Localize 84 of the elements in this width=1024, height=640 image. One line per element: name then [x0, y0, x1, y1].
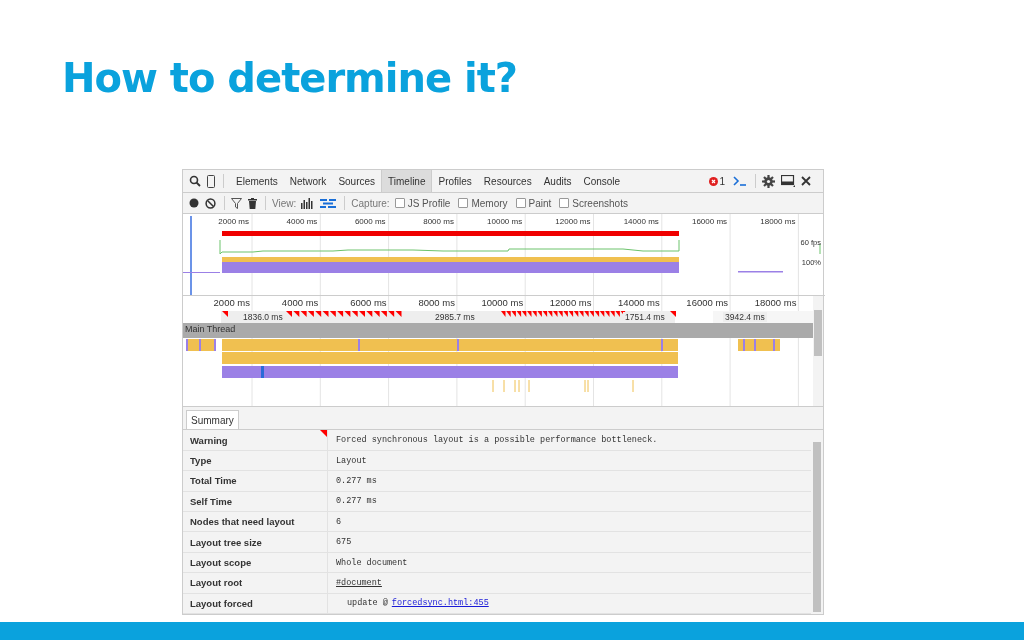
error-count[interactable]: 1: [709, 175, 725, 187]
search-icon[interactable]: [189, 175, 201, 188]
checkbox[interactable]: [515, 198, 526, 209]
frame-duration: 1836.0 ms: [241, 312, 285, 323]
frame-duration: 2985.7 ms: [433, 312, 477, 323]
trash-icon[interactable]: [248, 197, 257, 209]
property-value: Forced synchronous layout is a possible performance bottleneck.: [336, 435, 658, 446]
property-label: Total Time: [190, 475, 237, 487]
error-icon: [709, 176, 719, 186]
waterfall-icon[interactable]: [320, 198, 337, 208]
view-label: View:: [272, 197, 297, 209]
capture-checkbox[interactable]: Memory: [458, 197, 508, 209]
panel-tab[interactable]: Console: [577, 170, 627, 193]
property-label: Warning: [190, 434, 228, 446]
time-tick-label: 14000 ms: [617, 297, 660, 309]
time-tick-label: 12000 ms: [554, 217, 591, 227]
panel-tab[interactable]: Profiles: [432, 170, 478, 193]
panel-tab[interactable]: Resources: [477, 170, 538, 193]
time-tick-label: 6000 ms: [349, 297, 387, 309]
fps-line: [819, 244, 821, 255]
track-header-bar[interactable]: [183, 323, 815, 339]
source-link[interactable]: forcedsync.html:455: [391, 598, 489, 609]
time-tick-label: 12000 ms: [548, 297, 592, 309]
panel-tab[interactable]: Audits: [537, 170, 578, 193]
property-label: Layout root: [190, 577, 243, 589]
property-label: Layout forced: [190, 597, 253, 609]
time-tick-label: 8000 ms: [422, 217, 454, 227]
time-tick-label: 6000 ms: [353, 217, 386, 227]
frame-duration: 3942.4 ms: [723, 312, 767, 323]
time-marker[interactable]: [190, 215, 192, 297]
property-label: Self Time: [190, 495, 233, 507]
property-value: Whole document: [336, 557, 408, 568]
property-value: Layout: [336, 455, 367, 466]
time-tick-label: 8000 ms: [417, 297, 455, 309]
property-value: 675: [336, 537, 352, 548]
capture-checkbox[interactable]: Paint: [515, 197, 552, 209]
scrollbar[interactable]: [813, 296, 823, 407]
node-link[interactable]: #document: [336, 577, 382, 588]
checkbox[interactable]: [458, 198, 469, 209]
event-bar[interactable]: [222, 366, 678, 379]
clear-icon[interactable]: [205, 197, 216, 209]
warning-marker-icon: [222, 311, 228, 318]
close-icon[interactable]: [801, 176, 811, 187]
panel-tab[interactable]: Network: [283, 170, 333, 193]
time-tick-label: 4000 ms: [280, 297, 319, 309]
capture-checkbox[interactable]: Screenshots: [559, 197, 628, 209]
checkbox[interactable]: [394, 198, 405, 209]
time-tick-label: 2000 ms: [212, 297, 250, 309]
warning-marker-icon: [670, 311, 676, 318]
property-value: 0.277 ms: [336, 496, 377, 507]
time-tick-label: 16000 ms: [690, 217, 728, 227]
property-value: 6: [336, 516, 342, 527]
property-label: Nodes that need layout: [190, 516, 295, 528]
property-value: 0.277 ms: [336, 475, 377, 486]
time-tick-label: 10000 ms: [480, 297, 524, 309]
call-frame: update @: [347, 598, 388, 609]
frame-duration: 1751.4 ms: [623, 312, 667, 323]
checkbox[interactable]: [559, 198, 570, 209]
property-label: Layout scope: [190, 557, 252, 568]
record-icon[interactable]: [189, 198, 199, 209]
panel-tab[interactable]: Timeline: [381, 170, 433, 193]
summary-tab[interactable]: Summary: [186, 410, 239, 430]
time-tick-label: 16000 ms: [685, 297, 729, 309]
time-tick-label: 18000 ms: [753, 297, 797, 309]
settings-icon[interactable]: [762, 174, 775, 188]
panel-tab[interactable]: Sources: [332, 170, 382, 193]
device-icon[interactable]: [207, 174, 215, 188]
time-tick-label: 2000 ms: [217, 217, 249, 227]
capture-label: Capture:: [351, 197, 390, 209]
filter-icon[interactable]: [231, 197, 242, 209]
time-tick-label: 14000 ms: [622, 217, 659, 227]
time-tick-label: 4000 ms: [285, 217, 318, 227]
event-bar[interactable]: [261, 366, 264, 379]
time-tick-label: 18000 ms: [759, 217, 796, 227]
capture-checkbox[interactable]: JS Profile: [394, 197, 451, 209]
property-label: Layout tree size: [190, 536, 262, 548]
panel-tab[interactable]: Elements: [230, 170, 284, 193]
time-tick-label: 10000 ms: [486, 217, 523, 227]
property-label: Type: [190, 455, 212, 467]
console-prompt-icon[interactable]: [733, 176, 747, 187]
bar-chart-icon[interactable]: [301, 197, 315, 209]
slide-title: How to determine it?: [62, 54, 518, 103]
track-label: Main Thread: [185, 324, 236, 335]
dock-icon[interactable]: [781, 175, 795, 188]
